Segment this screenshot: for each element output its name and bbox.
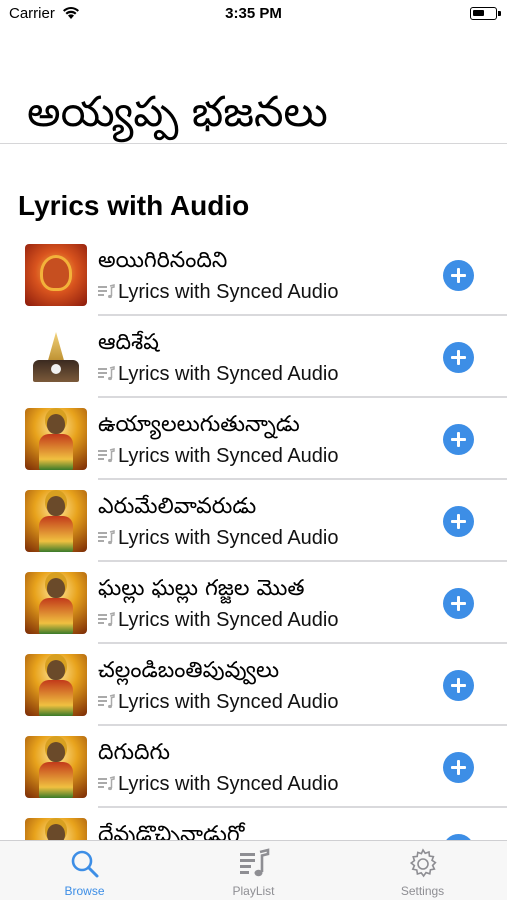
list-item[interactable]: అయిగిరినందిని Lyrics with Synced Audio bbox=[0, 234, 507, 316]
song-thumbnail bbox=[25, 326, 87, 388]
list-item[interactable]: చల్లండిబంతిపువ్వులు Lyrics with Synced Au… bbox=[0, 644, 507, 726]
playlist-icon bbox=[240, 848, 270, 877]
add-to-playlist-button[interactable] bbox=[443, 752, 474, 783]
song-subtitle: Lyrics with Synced Audio bbox=[98, 608, 338, 632]
tab-bar: Browse PlayList Settings bbox=[0, 840, 507, 900]
song-thumbnail bbox=[25, 736, 87, 798]
song-subtitle: Lyrics with Synced Audio bbox=[98, 772, 338, 796]
song-thumbnail bbox=[25, 244, 87, 306]
add-to-playlist-button[interactable] bbox=[443, 506, 474, 537]
gear-icon bbox=[409, 848, 437, 878]
song-subtitle: Lyrics with Synced Audio bbox=[98, 690, 338, 714]
song-subtitle: Lyrics with Synced Audio bbox=[98, 526, 338, 550]
lyrics-audio-icon bbox=[98, 612, 115, 627]
song-title: దిగుదిగు bbox=[98, 740, 170, 765]
lyrics-audio-icon bbox=[98, 448, 115, 463]
nav-divider bbox=[0, 143, 507, 144]
song-subtitle-text: Lyrics with Synced Audio bbox=[118, 773, 339, 795]
status-time: 3:35 PM bbox=[225, 5, 282, 22]
tab-playlist[interactable]: PlayList bbox=[169, 841, 338, 900]
song-subtitle-text: Lyrics with Synced Audio bbox=[118, 363, 339, 385]
tab-browse-label: Browse bbox=[64, 884, 105, 898]
song-title: ఎరుమేలివావరుడు bbox=[98, 494, 257, 519]
song-title: చల్లండిబంతిపువ్వులు bbox=[98, 658, 280, 683]
song-subtitle-text: Lyrics with Synced Audio bbox=[118, 281, 339, 303]
song-title: అయిగిరినందిని bbox=[98, 248, 228, 273]
song-title: దేవుడొచ్చినాడుగో bbox=[98, 822, 245, 840]
list-item[interactable]: ఎరుమేలివావరుడు Lyrics with Synced Audio bbox=[0, 480, 507, 562]
song-thumbnail bbox=[25, 654, 87, 716]
song-thumbnail bbox=[25, 490, 87, 552]
add-to-playlist-button[interactable] bbox=[443, 588, 474, 619]
tab-browse[interactable]: Browse bbox=[0, 841, 169, 900]
status-bar: Carrier 3:35 PM bbox=[0, 0, 507, 30]
section-header: Lyrics with Audio bbox=[18, 190, 250, 221]
tab-settings[interactable]: Settings bbox=[338, 841, 507, 900]
song-title: ఉయ్యాలలుగుతున్నాడు bbox=[98, 412, 300, 437]
add-to-playlist-button[interactable] bbox=[443, 342, 474, 373]
song-thumbnail bbox=[25, 818, 87, 840]
song-subtitle-text: Lyrics with Synced Audio bbox=[118, 445, 339, 467]
lyrics-audio-icon bbox=[98, 366, 115, 381]
song-subtitle-text: Lyrics with Synced Audio bbox=[118, 691, 339, 713]
song-subtitle: Lyrics with Synced Audio bbox=[98, 444, 338, 468]
song-subtitle-text: Lyrics with Synced Audio bbox=[118, 609, 339, 631]
add-to-playlist-button[interactable] bbox=[443, 424, 474, 455]
song-subtitle-text: Lyrics with Synced Audio bbox=[118, 527, 339, 549]
add-to-playlist-button[interactable] bbox=[443, 260, 474, 291]
battery-icon bbox=[470, 7, 501, 20]
search-icon bbox=[71, 850, 99, 878]
song-thumbnail bbox=[25, 408, 87, 470]
add-to-playlist-button[interactable] bbox=[443, 670, 474, 701]
page-title: అయ్యప్ప భజనలు bbox=[27, 87, 328, 136]
list-item[interactable]: దిగుదిగు Lyrics with Synced Audio bbox=[0, 726, 507, 808]
lyrics-audio-icon bbox=[98, 776, 115, 791]
list-item[interactable]: ఆదిశేష Lyrics with Synced Audio bbox=[0, 316, 507, 398]
lyrics-audio-icon bbox=[98, 530, 115, 545]
song-subtitle: Lyrics with Synced Audio bbox=[98, 362, 338, 386]
song-list[interactable]: అయిగిరినందిని Lyrics with Synced Audio ఆది… bbox=[0, 234, 507, 840]
tab-playlist-label: PlayList bbox=[232, 884, 275, 898]
song-title: ఘల్లు ఘల్లు గజ్జల మొత bbox=[98, 576, 305, 601]
song-thumbnail bbox=[25, 572, 87, 634]
lyrics-audio-icon bbox=[98, 284, 115, 299]
list-item[interactable]: ఉయ్యాలలుగుతున్నాడు Lyrics with Synced Aud… bbox=[0, 398, 507, 480]
list-item[interactable]: దేవుడొచ్చినాడుగోLyrics with Synced Audio bbox=[0, 808, 507, 840]
list-item[interactable]: ఘల్లు ఘల్లు గజ్జల మొత Lyrics with Synced … bbox=[0, 562, 507, 644]
song-subtitle: Lyrics with Synced Audio bbox=[98, 280, 338, 304]
lyrics-audio-icon bbox=[98, 694, 115, 709]
song-title: ఆదిశేష bbox=[98, 330, 159, 355]
tab-settings-label: Settings bbox=[400, 884, 445, 898]
